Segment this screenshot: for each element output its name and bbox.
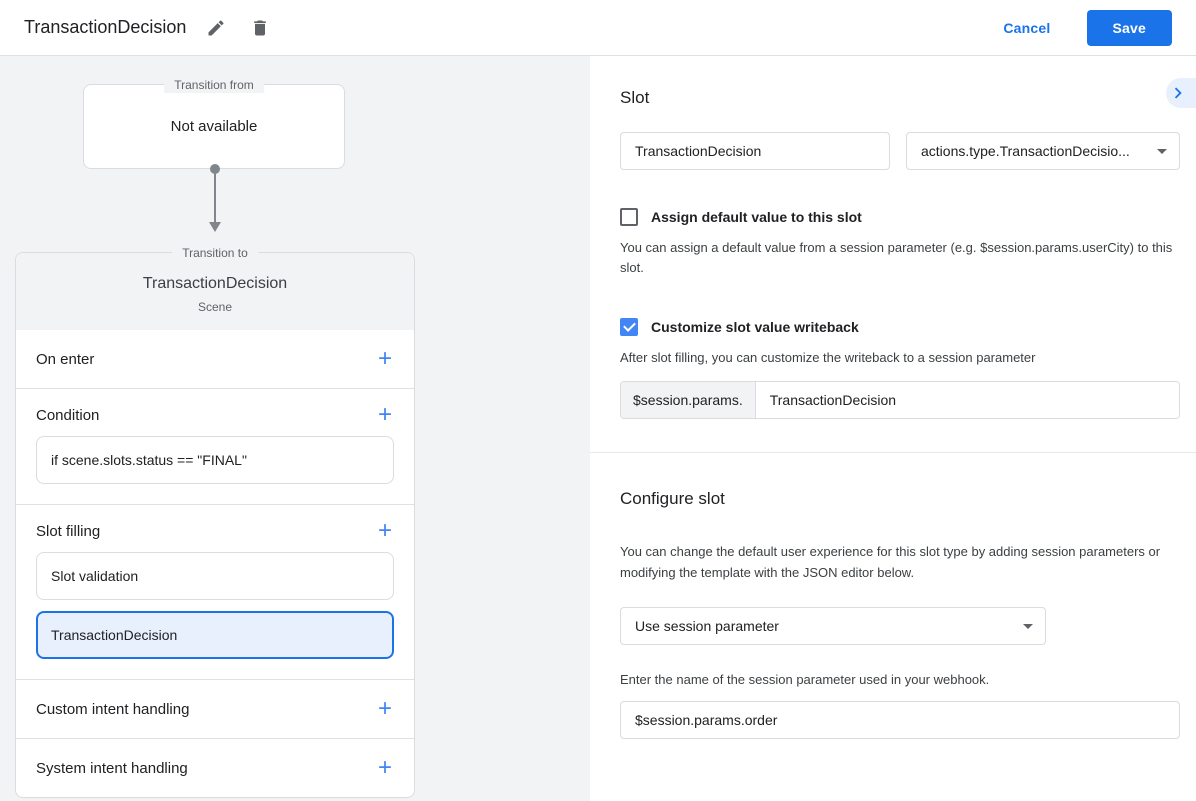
transition-to-legend: Transition to (172, 245, 258, 261)
plus-icon: + (377, 401, 392, 428)
session-param-label: Enter the name of the session parameter … (620, 672, 990, 688)
assign-default-label[interactable]: Assign default value to this slot (651, 209, 862, 225)
writeback-label[interactable]: Customize slot value writeback (651, 319, 859, 335)
scene-diagram-panel: Transition from Not available Transition… (0, 56, 590, 801)
transition-from-legend: Transition from (164, 77, 264, 93)
connector-line (214, 170, 216, 224)
add-system-intent-button[interactable]: + (376, 756, 394, 780)
transition-from-box: Transition from Not available (83, 77, 345, 169)
slot-filling-section: Slot filling + Slot validation Transacti… (16, 504, 414, 679)
scene-card-subtitle: Scene (197, 300, 233, 314)
add-on-enter-button[interactable]: + (376, 347, 394, 371)
page-title: TransactionDecision (24, 17, 187, 37)
caret-down-icon (1157, 148, 1167, 154)
slot-filling-label: Slot filling (36, 522, 101, 540)
configure-slot-heading: Configure slot (620, 489, 725, 509)
caret-down-icon (1023, 623, 1033, 629)
delete-scene-button[interactable] (246, 14, 274, 42)
session-param-input[interactable] (620, 701, 1180, 740)
writeback-param-input[interactable] (755, 382, 1179, 419)
system-intent-section: System intent handling + (16, 738, 414, 797)
add-slot-button[interactable]: + (376, 519, 394, 543)
condition-section: Condition + if scene.slots.status == "FI… (16, 388, 414, 504)
scene-card-title: TransactionDecision (142, 275, 288, 292)
connector-arrowhead-icon (209, 222, 221, 232)
slot-config-method-select[interactable]: Use session parameter (620, 607, 1046, 646)
pencil-icon (206, 18, 226, 38)
topbar: TransactionDecision Cancel Save (0, 0, 1196, 56)
on-enter-label: On enter (36, 350, 95, 368)
writeback-description: After slot filling, you can customize th… (620, 350, 1036, 366)
plus-icon: + (377, 345, 392, 372)
slot-detail-panel: Slot actions.type.TransactionDecisio... … (590, 56, 1196, 801)
writeback-checkbox[interactable] (620, 318, 638, 337)
scene-card-header[interactable]: TransactionDecision Scene (16, 253, 414, 330)
configure-slot-description: You can change the default user experien… (620, 544, 1161, 581)
slot-item-transaction-decision[interactable]: TransactionDecision (36, 611, 394, 659)
assign-default-checkbox[interactable] (620, 208, 638, 226)
slot-name-input[interactable] (620, 132, 890, 170)
custom-intent-label: Custom intent handling (36, 700, 190, 718)
slot-type-value: actions.type.TransactionDecisio... (921, 143, 1130, 159)
on-enter-section: On enter + (16, 330, 414, 388)
trash-icon (250, 18, 270, 38)
transition-from-content: Not available (170, 118, 258, 135)
slot-item-validation[interactable]: Slot validation (36, 552, 394, 600)
assign-default-description: You can assign a default value from a se… (620, 240, 1173, 276)
edit-scene-button[interactable] (202, 14, 230, 42)
plus-icon: + (377, 695, 392, 722)
panel-divider (590, 452, 1196, 454)
slot-config-method-value: Use session parameter (635, 618, 779, 635)
collapse-panel-button[interactable] (1166, 78, 1196, 108)
add-custom-intent-button[interactable]: + (376, 697, 394, 721)
chevron-right-icon (1167, 82, 1189, 104)
transition-to-card: Transition to TransactionDecision Scene … (15, 245, 415, 798)
slot-heading: Slot (620, 88, 650, 107)
condition-label: Condition (36, 406, 100, 424)
plus-icon: + (377, 754, 392, 781)
writeback-param-group: $session.params. (620, 381, 1180, 420)
plus-icon: + (377, 517, 392, 544)
system-intent-label: System intent handling (36, 759, 188, 777)
custom-intent-section: Custom intent handling + (16, 679, 414, 738)
condition-item[interactable]: if scene.slots.status == "FINAL" (36, 436, 394, 484)
cancel-button[interactable]: Cancel (995, 12, 1058, 44)
add-condition-button[interactable]: + (376, 403, 394, 427)
slot-type-select[interactable]: actions.type.TransactionDecisio... (906, 132, 1180, 170)
writeback-param-prefix: $session.params. (621, 382, 756, 419)
save-button[interactable]: Save (1086, 9, 1172, 46)
